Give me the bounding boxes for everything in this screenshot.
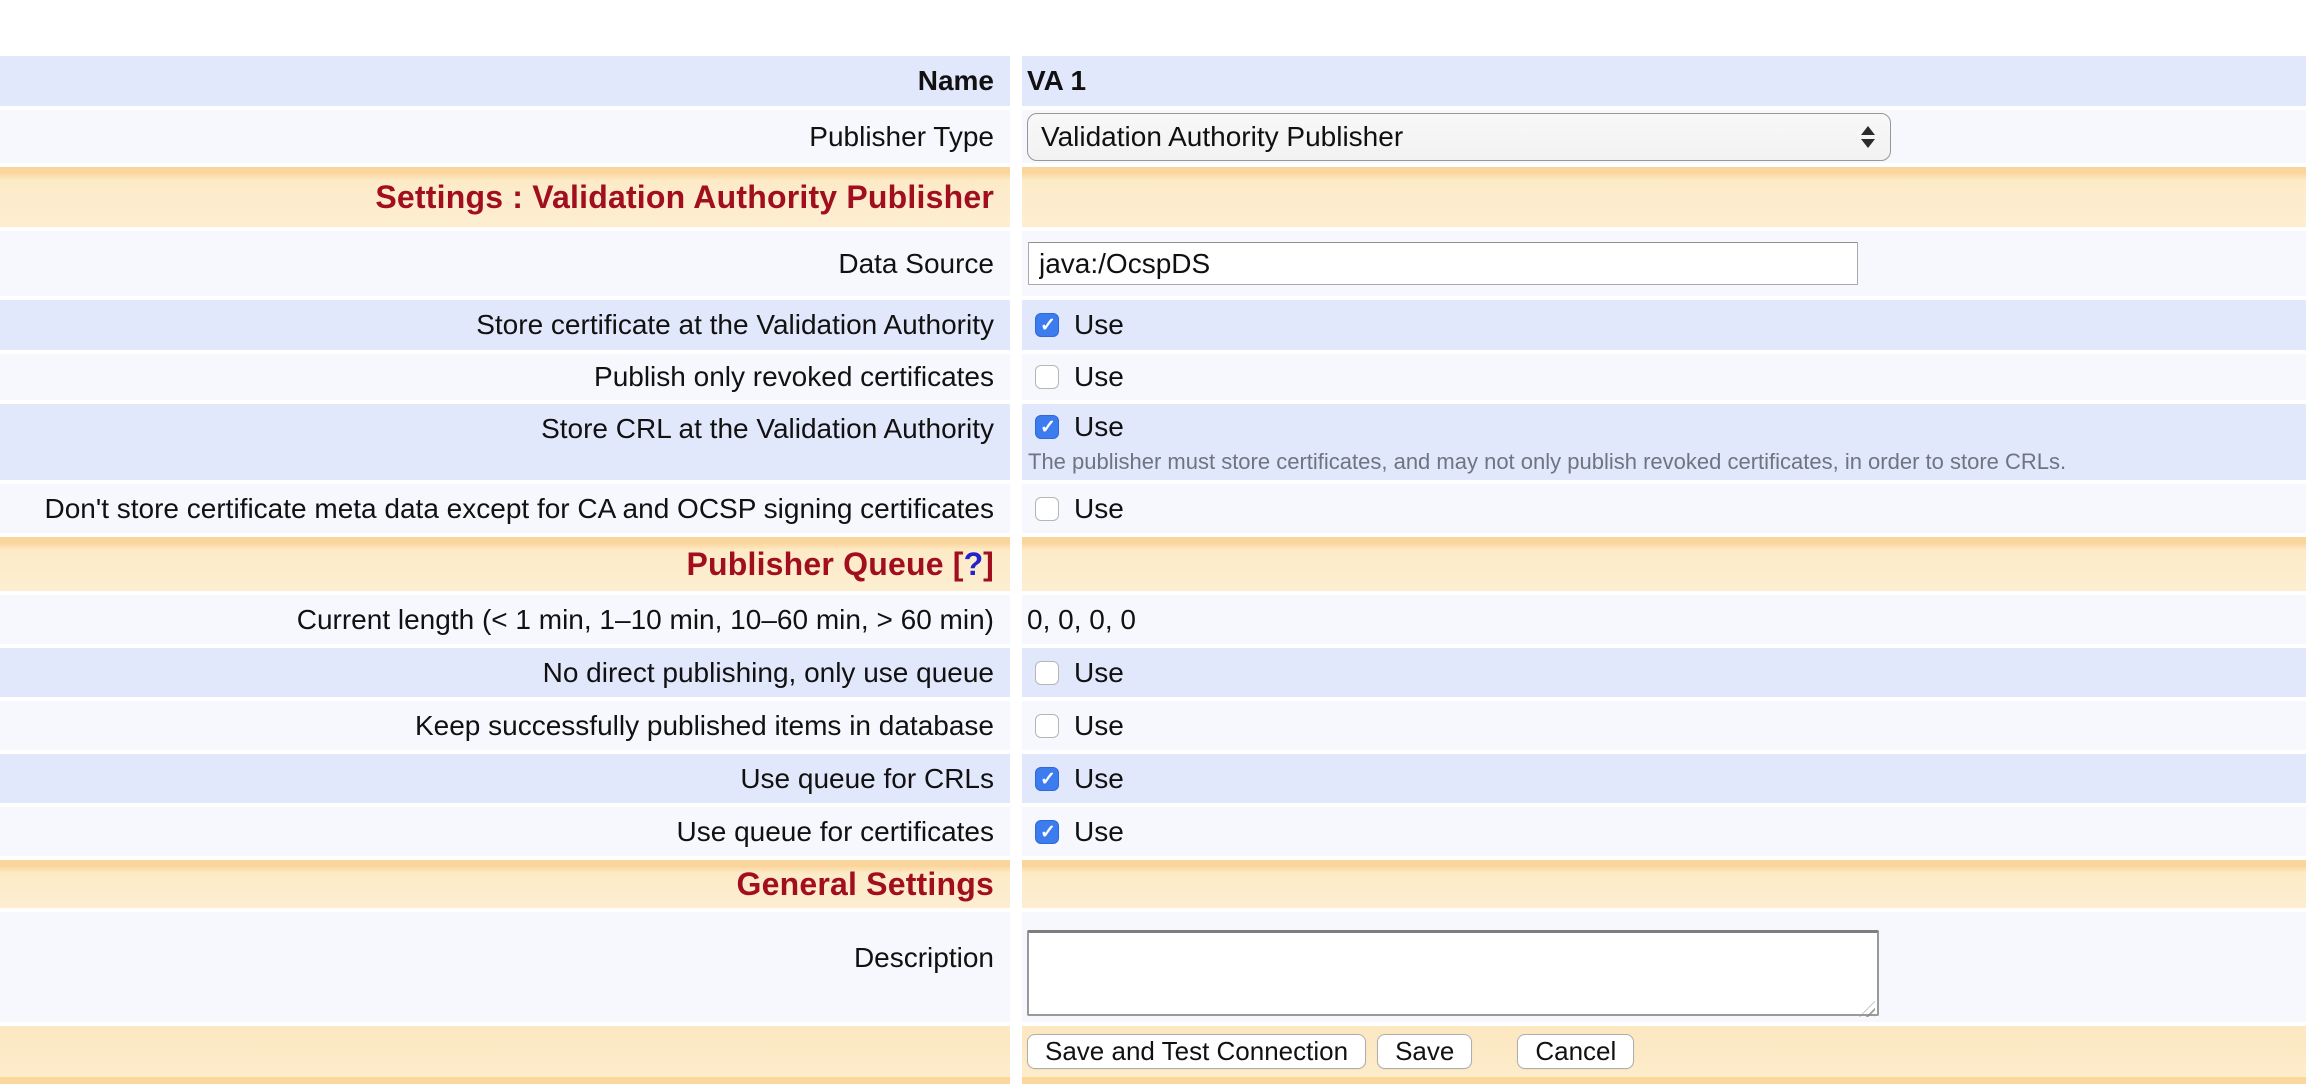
description-label: Description bbox=[854, 942, 994, 974]
use-checkbox-label: Use bbox=[1074, 493, 1124, 525]
settings-section-title: Settings : Validation Authority Publishe… bbox=[375, 179, 994, 216]
use-checkbox-label: Use bbox=[1074, 710, 1124, 742]
use-checkbox-label: Use bbox=[1074, 816, 1124, 848]
settings-section-header: Settings : Validation Authority Publishe… bbox=[0, 167, 2306, 227]
use-checkbox-label: Use bbox=[1074, 309, 1124, 341]
top-section-band bbox=[0, 0, 2306, 52]
select-stepper-icon bbox=[1861, 126, 1875, 148]
publisher-queue-help-link[interactable]: ? bbox=[964, 546, 984, 583]
form-actions-row: Save and Test Connection Save Cancel bbox=[0, 1026, 2306, 1077]
use-queue-certificates-checkbox[interactable] bbox=[1035, 820, 1059, 844]
current-length-label: Current length (< 1 min, 1–10 min, 10–60… bbox=[297, 604, 994, 636]
publisher-type-selected-value: Validation Authority Publisher bbox=[1041, 121, 1403, 153]
publisher-queue-section-title: Publisher Queue bbox=[686, 546, 943, 583]
publisher-type-select[interactable]: Validation Authority Publisher bbox=[1027, 113, 1891, 161]
dont-store-metadata-label: Don't store certificate meta data except… bbox=[44, 493, 994, 525]
publisher-queue-section-header: Publisher Queue [ ? ] bbox=[0, 537, 2306, 591]
general-settings-section-header: General Settings bbox=[0, 860, 2306, 908]
keep-published-items-label: Keep successfully published items in dat… bbox=[415, 710, 994, 742]
dont-store-metadata-row: Don't store certificate meta data except… bbox=[0, 484, 2306, 533]
publish-only-revoked-label: Publish only revoked certificates bbox=[594, 361, 994, 393]
use-queue-crls-checkbox[interactable] bbox=[1035, 767, 1059, 791]
store-certificate-row: Store certificate at the Validation Auth… bbox=[0, 300, 2306, 350]
save-and-test-connection-button[interactable]: Save and Test Connection bbox=[1027, 1034, 1366, 1069]
bottom-section-band bbox=[0, 1077, 2306, 1084]
store-crl-checkbox[interactable] bbox=[1035, 415, 1059, 439]
keep-published-items-checkbox[interactable] bbox=[1035, 714, 1059, 738]
keep-published-items-row: Keep successfully published items in dat… bbox=[0, 701, 2306, 750]
name-value: VA 1 bbox=[1027, 65, 1086, 97]
use-queue-certificates-label: Use queue for certificates bbox=[677, 816, 995, 848]
publish-only-revoked-checkbox[interactable] bbox=[1035, 365, 1059, 389]
store-certificate-label: Store certificate at the Validation Auth… bbox=[476, 309, 994, 341]
use-checkbox-label: Use bbox=[1074, 361, 1124, 393]
data-source-row: Data Source bbox=[0, 231, 2306, 296]
use-queue-crls-row: Use queue for CRLs Use bbox=[0, 754, 2306, 803]
description-textarea[interactable] bbox=[1027, 930, 1879, 1016]
data-source-label: Data Source bbox=[838, 248, 994, 280]
name-row: Name VA 1 bbox=[0, 56, 2306, 106]
help-bracket-open: [ bbox=[953, 546, 964, 583]
save-button[interactable]: Save bbox=[1377, 1034, 1472, 1069]
store-crl-row: Store CRL at the Validation Authority Us… bbox=[0, 404, 2306, 480]
edit-publisher-page: Name VA 1 Publisher Type Validation Auth… bbox=[0, 0, 2306, 1084]
store-crl-label: Store CRL at the Validation Authority bbox=[541, 413, 994, 445]
use-queue-certificates-row: Use queue for certificates Use bbox=[0, 807, 2306, 856]
general-settings-section-title: General Settings bbox=[737, 866, 995, 903]
use-checkbox-label: Use bbox=[1074, 657, 1124, 689]
no-direct-publishing-row: No direct publishing, only use queue Use bbox=[0, 648, 2306, 697]
store-certificate-checkbox[interactable] bbox=[1035, 313, 1059, 337]
dont-store-metadata-checkbox[interactable] bbox=[1035, 497, 1059, 521]
store-crl-note: The publisher must store certificates, a… bbox=[1028, 449, 2066, 475]
use-queue-crls-label: Use queue for CRLs bbox=[740, 763, 994, 795]
description-row: Description bbox=[0, 912, 2306, 1022]
current-length-value: 0, 0, 0, 0 bbox=[1027, 604, 1136, 636]
current-length-row: Current length (< 1 min, 1–10 min, 10–60… bbox=[0, 595, 2306, 644]
data-source-input[interactable] bbox=[1028, 242, 1858, 285]
name-label: Name bbox=[918, 65, 994, 97]
publish-only-revoked-row: Publish only revoked certificates Use bbox=[0, 354, 2306, 400]
use-checkbox-label: Use bbox=[1074, 763, 1124, 795]
no-direct-publishing-checkbox[interactable] bbox=[1035, 661, 1059, 685]
help-bracket-close: ] bbox=[983, 546, 994, 583]
publisher-type-row: Publisher Type Validation Authority Publ… bbox=[0, 110, 2306, 163]
no-direct-publishing-label: No direct publishing, only use queue bbox=[543, 657, 994, 689]
use-checkbox-label: Use bbox=[1074, 411, 1124, 443]
cancel-button[interactable]: Cancel bbox=[1517, 1034, 1634, 1069]
publisher-type-label: Publisher Type bbox=[809, 121, 994, 153]
